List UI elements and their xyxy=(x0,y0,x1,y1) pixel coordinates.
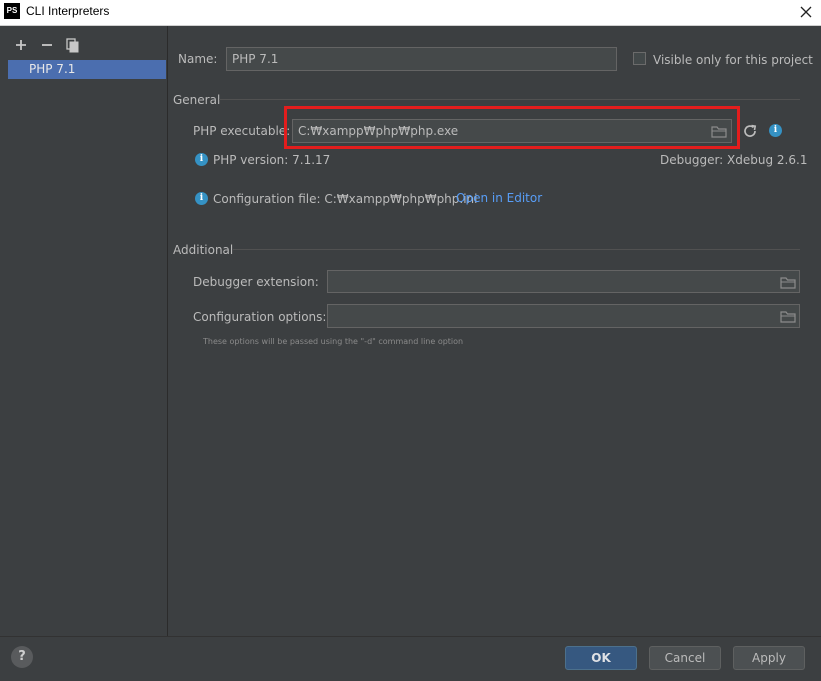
ok-button[interactable]: OK xyxy=(565,646,637,670)
configuration-options-input[interactable] xyxy=(327,304,800,328)
name-input-value: PHP 7.1 xyxy=(232,52,279,66)
folder-icon[interactable] xyxy=(780,276,796,289)
remove-icon[interactable] xyxy=(39,37,55,53)
info-icon: i xyxy=(195,192,208,205)
additional-section-header: Additional xyxy=(173,243,234,257)
php-executable-label: PHP executable: xyxy=(193,124,291,138)
help-button[interactable]: ? xyxy=(11,646,33,668)
list-item-php-7-1[interactable]: PHP 7.1 xyxy=(8,60,166,79)
info-icon: i xyxy=(195,153,208,166)
name-input[interactable]: PHP 7.1 xyxy=(226,47,617,71)
debugger-extension-input[interactable] xyxy=(327,270,800,293)
highlight-annotation xyxy=(284,106,740,149)
close-icon[interactable] xyxy=(797,2,815,22)
add-icon[interactable] xyxy=(13,37,29,53)
info-icon[interactable]: i xyxy=(769,124,782,137)
name-label: Name: xyxy=(178,52,218,66)
visible-only-label: Visible only for this project xyxy=(653,53,813,67)
configuration-file-text: Configuration file: C:₩xampp₩php₩php.ini xyxy=(213,192,478,206)
footer-divider xyxy=(0,636,821,637)
phpstorm-logo-icon: PS xyxy=(4,3,20,19)
debugger-version-text: Debugger: Xdebug 2.6.1 xyxy=(660,153,808,167)
apply-button[interactable]: Apply xyxy=(733,646,805,670)
window-title: CLI Interpreters xyxy=(26,4,110,18)
additional-separator xyxy=(233,249,800,250)
php-version-text: PHP version: 7.1.17 xyxy=(213,153,331,167)
general-separator xyxy=(219,99,800,100)
copy-icon[interactable] xyxy=(65,37,81,53)
list-item-label: PHP 7.1 xyxy=(29,62,76,76)
cancel-button[interactable]: Cancel xyxy=(649,646,721,670)
title-bar: PS CLI Interpreters xyxy=(0,0,821,26)
configuration-options-label: Configuration options: xyxy=(193,310,327,324)
general-section-header: General xyxy=(173,93,221,107)
configuration-options-hint: These options will be passed using the "… xyxy=(203,337,464,346)
debugger-extension-label: Debugger extension: xyxy=(193,275,319,289)
interpreter-list-panel: PHP 7.1 xyxy=(0,26,168,636)
visible-only-checkbox[interactable] xyxy=(633,52,646,65)
folder-icon[interactable] xyxy=(780,310,796,323)
open-in-editor-link[interactable]: Open in Editor xyxy=(456,191,542,205)
refresh-icon[interactable] xyxy=(742,123,758,139)
